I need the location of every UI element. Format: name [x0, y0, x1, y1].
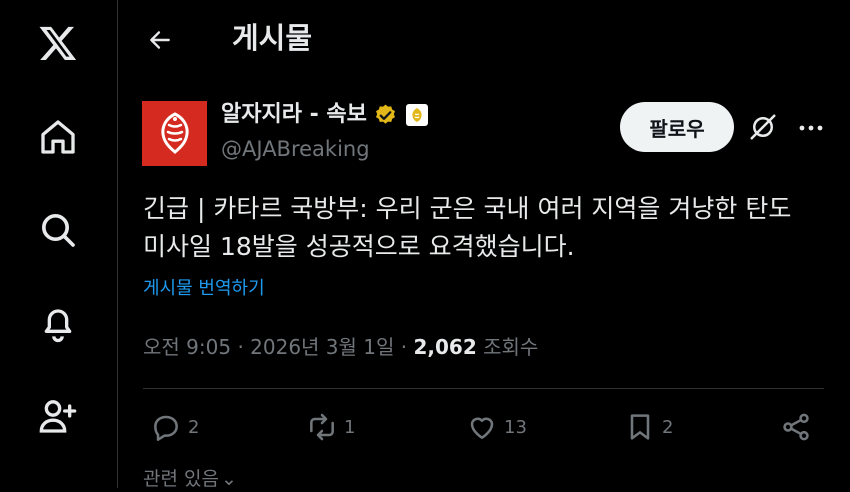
- affiliation-badge-icon[interactable]: [405, 104, 428, 126]
- related-section[interactable]: 관련 있음 ⌄: [143, 466, 237, 492]
- bell-icon[interactable]: [37, 302, 79, 344]
- verified-badge-icon[interactable]: [373, 103, 398, 128]
- reply-count: 2: [188, 416, 200, 438]
- top-bar: 게시물: [118, 0, 850, 80]
- like-count: 13: [504, 416, 527, 438]
- author-row: 알자지라 - 속보: [221, 100, 428, 130]
- views-label: 조회수: [483, 335, 539, 359]
- more-options-icon[interactable]: [796, 113, 826, 143]
- share-icon: [783, 413, 809, 441]
- reply-icon: [154, 415, 178, 441]
- related-label: 관련 있음: [143, 468, 219, 490]
- tweet-time[interactable]: 오전 9:05: [143, 335, 231, 359]
- share-button[interactable]: [780, 411, 812, 443]
- tweet-text-line: 미사일 18발을 성공적으로 요격했습니다.: [143, 232, 575, 261]
- views-count: 2,062: [413, 335, 477, 359]
- separator-dot: ·: [237, 335, 251, 359]
- divider: [143, 388, 824, 389]
- avatar[interactable]: [142, 101, 207, 166]
- reply-button[interactable]: 2: [150, 411, 199, 443]
- translate-link[interactable]: 게시물 번역하기: [143, 276, 265, 302]
- tweet-meta: 오전 9:05 · 2026년 3월 1일 · 2,062 조회수: [143, 333, 538, 361]
- repost-button[interactable]: 1: [306, 411, 355, 443]
- page-title: 게시물: [232, 21, 313, 55]
- bookmark-button[interactable]: 2: [624, 411, 673, 443]
- chevron-down-icon: ⌄: [220, 468, 237, 490]
- main-column: 게시물 알자지라 - 속보 @AJABreaking 팔로우 긴급 | 카타르 …: [118, 0, 850, 490]
- bookmark-icon: [630, 414, 650, 440]
- bookmark-count: 2: [662, 416, 674, 438]
- tweet-text-line: 긴급 | 카타르 국방부: 우리 군은 국내 여러 지역을 겨냥한 탄도: [143, 194, 792, 223]
- arrow-left-icon: [150, 31, 170, 49]
- add-user-icon[interactable]: [37, 395, 79, 437]
- author-name[interactable]: 알자지라 - 속보: [221, 100, 367, 130]
- back-button[interactable]: [142, 22, 178, 58]
- heart-icon: [470, 417, 494, 439]
- al-jazeera-logo-icon: [160, 111, 189, 154]
- search-icon[interactable]: [37, 209, 79, 251]
- separator-dot: ·: [400, 335, 414, 359]
- x-logo-icon[interactable]: [37, 22, 79, 64]
- author-handle[interactable]: @AJABreaking: [221, 135, 370, 163]
- follow-button[interactable]: 팔로우: [620, 102, 734, 152]
- grok-icon[interactable]: [746, 110, 780, 144]
- home-icon[interactable]: [37, 116, 79, 158]
- repost-icon: [310, 413, 334, 441]
- like-button[interactable]: 13: [466, 411, 527, 443]
- tweet-text: 긴급 | 카타르 국방부: 우리 군은 국내 여러 지역을 겨냥한 탄도 미사일…: [143, 190, 833, 266]
- tweet-date[interactable]: 2026년 3월 1일: [250, 335, 394, 359]
- sidebar-nav: [0, 0, 118, 488]
- repost-count: 1: [344, 416, 356, 438]
